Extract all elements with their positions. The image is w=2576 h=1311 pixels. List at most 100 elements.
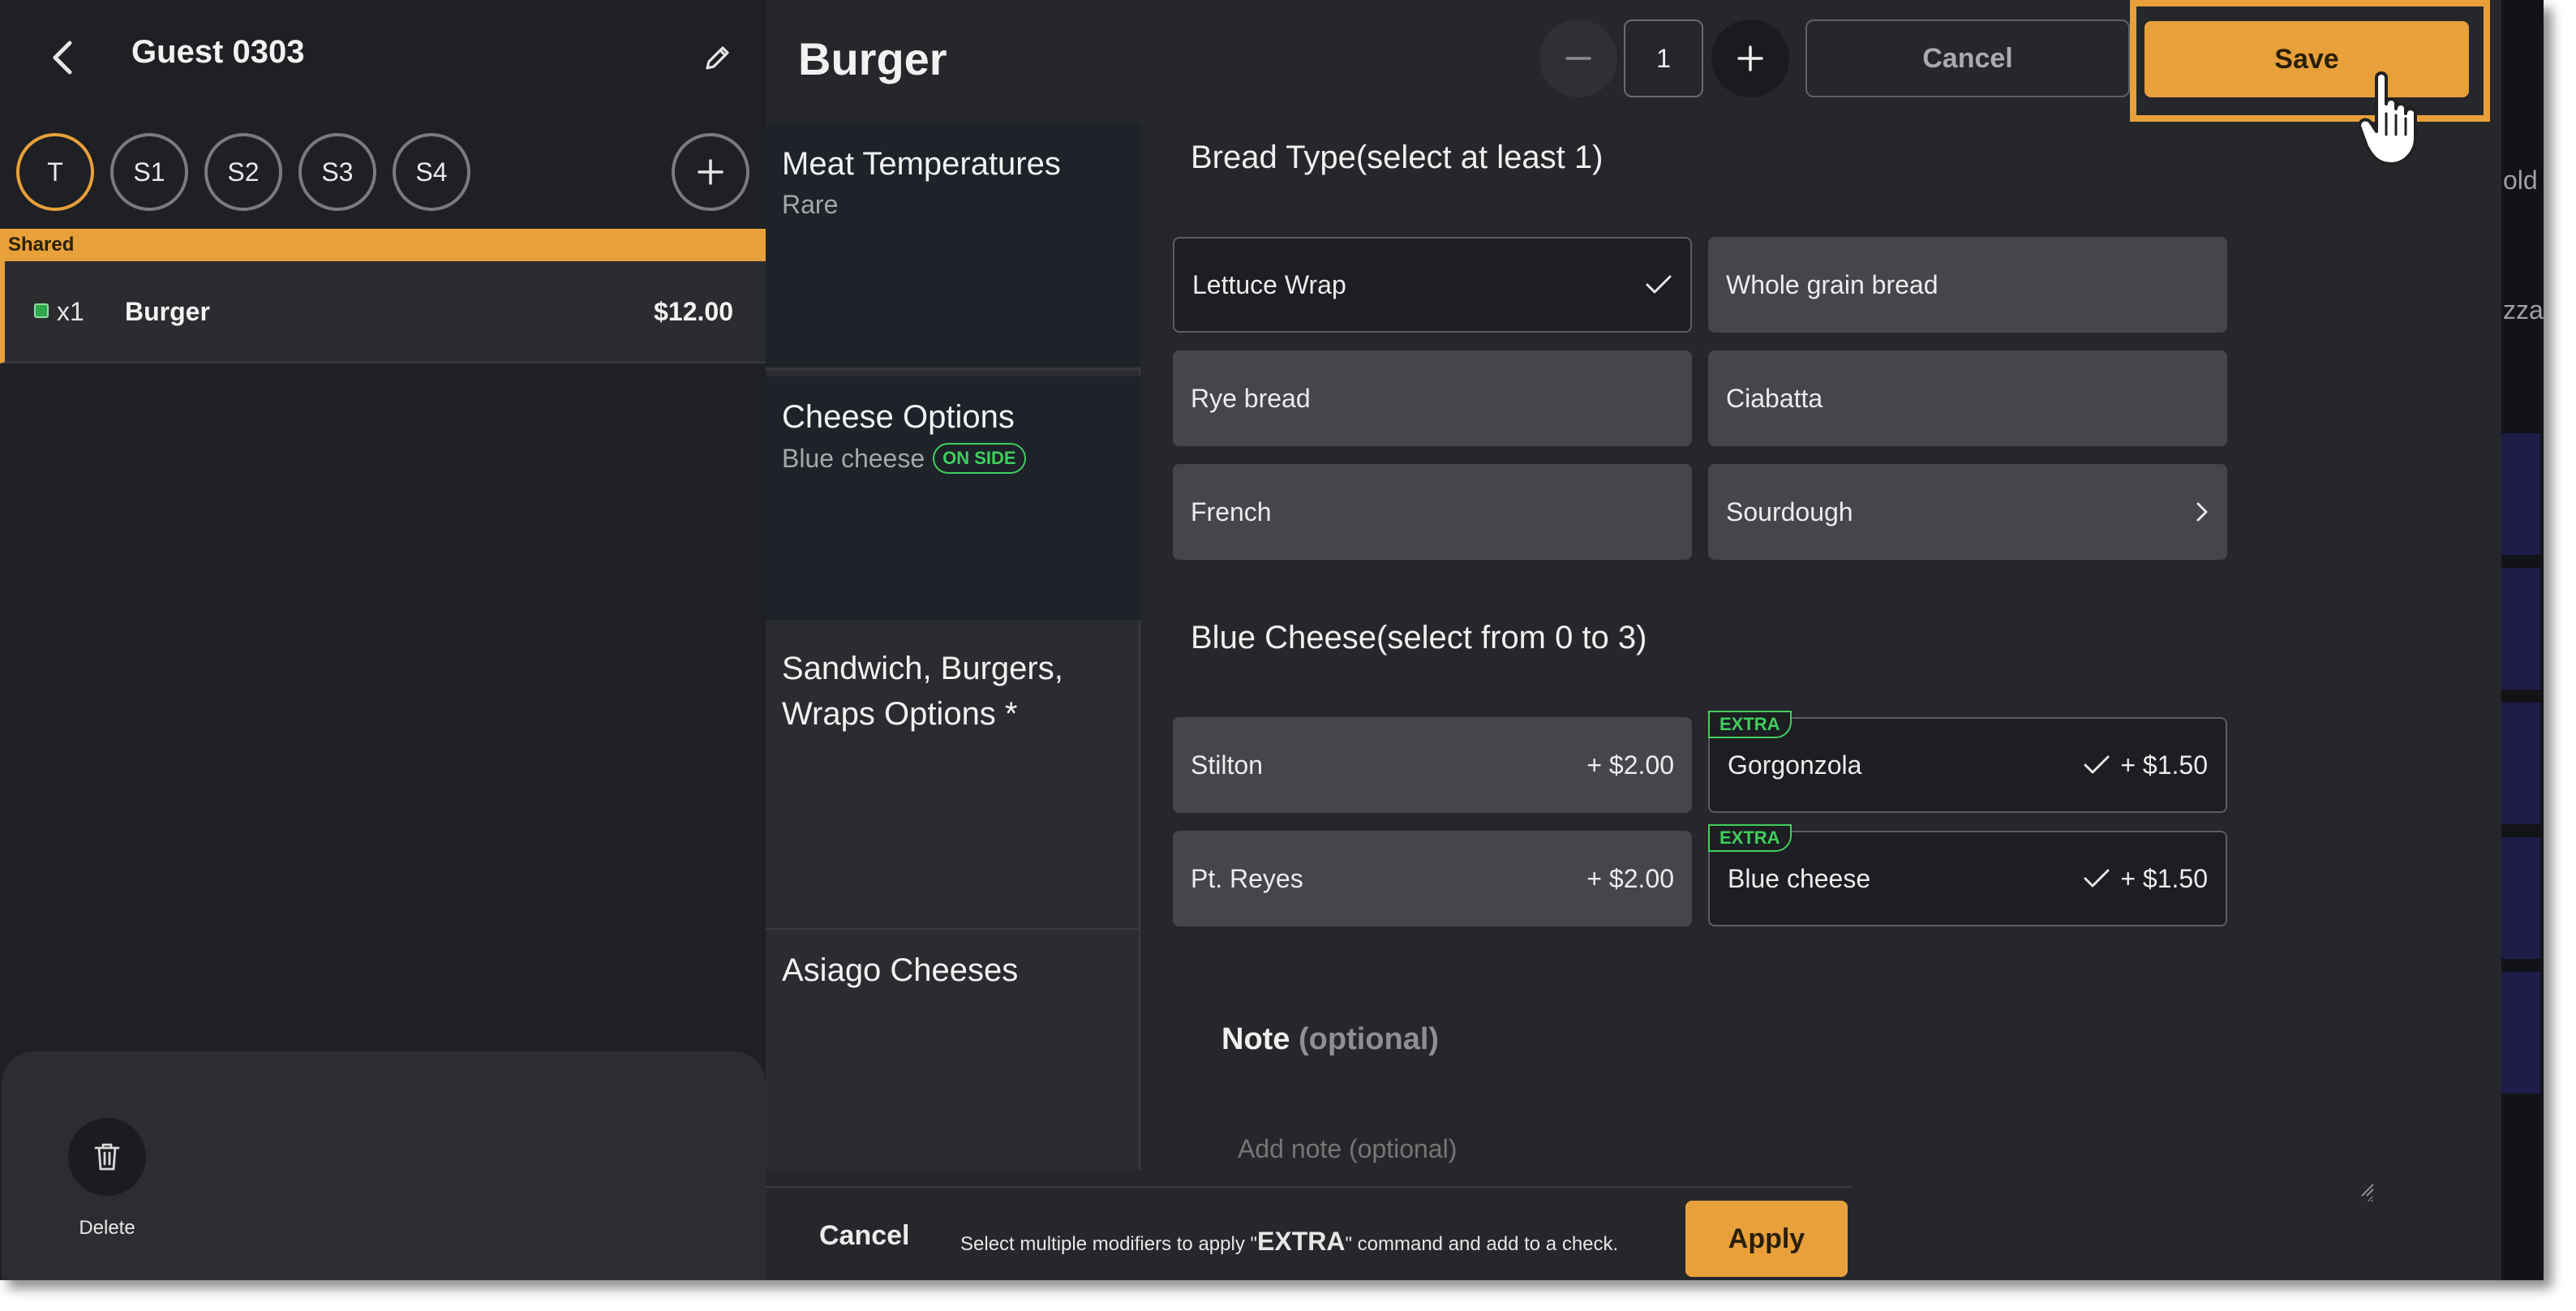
item-status-icon bbox=[34, 303, 49, 318]
section-title: Blue Cheese bbox=[1191, 620, 1377, 656]
guest-title: Guest 0303 bbox=[131, 34, 305, 70]
seat-table[interactable]: T bbox=[16, 133, 94, 211]
hint-keyword: EXTRA bbox=[1257, 1227, 1346, 1256]
option-label: Stilton bbox=[1191, 750, 1263, 780]
item-name: Burger bbox=[125, 297, 210, 326]
note-heading: Note (optional) bbox=[1221, 1022, 1439, 1057]
extra-action-bar: Cancel Select multiple modifiers to appl… bbox=[766, 1186, 1853, 1280]
seat-s1[interactable]: S1 bbox=[110, 133, 188, 211]
delete-button[interactable] bbox=[68, 1118, 146, 1196]
order-item-row[interactable]: x1 Burger $12.00 bbox=[0, 261, 766, 363]
quantity-decrement-button[interactable] bbox=[1539, 19, 1617, 97]
option-label: Rye bread bbox=[1191, 383, 1311, 413]
modifier-category-list: Meat Temperatures Rare Cheese Options Bl… bbox=[766, 123, 1140, 1170]
background-text: zza bbox=[2503, 295, 2544, 325]
category-sandwich-options[interactable]: Sandwich, Burgers, Wraps Options * bbox=[766, 628, 1140, 920]
item-price: $12.00 bbox=[654, 297, 733, 326]
item-quantity: x1 bbox=[57, 297, 84, 326]
option-label: Gorgonzola bbox=[1728, 750, 1862, 780]
option-blue-cheese[interactable]: EXTRA Blue cheese + $1.50 bbox=[1708, 824, 2227, 926]
extra-tag: EXTRA bbox=[1708, 711, 1792, 738]
hand-pointer-cursor-icon bbox=[2359, 58, 2417, 165]
option-price: + $2.00 bbox=[1586, 750, 1674, 780]
option-price: + $1.50 bbox=[2120, 863, 2208, 893]
plus-icon bbox=[698, 159, 723, 185]
chevron-left-icon bbox=[53, 41, 72, 75]
option-ciabatta[interactable]: Ciabatta bbox=[1708, 350, 2227, 446]
checkmark-icon bbox=[1646, 275, 1672, 294]
category-asiago-cheeses[interactable]: Asiago Cheeses bbox=[766, 930, 1140, 1173]
cancel-button[interactable]: Cancel bbox=[1805, 19, 2130, 97]
trash-icon bbox=[94, 1143, 120, 1171]
plus-icon bbox=[1737, 45, 1763, 71]
option-rye-bread[interactable]: Rye bread bbox=[1173, 350, 1692, 446]
seat-s3[interactable]: S3 bbox=[298, 133, 376, 211]
option-stilton[interactable]: Stilton + $2.00 bbox=[1173, 717, 1692, 813]
divider bbox=[766, 368, 1140, 370]
background-tile bbox=[2501, 972, 2540, 1094]
extra-tag: EXTRA bbox=[1708, 824, 1792, 852]
add-seat-button[interactable] bbox=[672, 133, 749, 211]
background-tile bbox=[2501, 433, 2540, 555]
option-french[interactable]: French bbox=[1173, 464, 1692, 560]
background-tile bbox=[2501, 568, 2540, 690]
resize-handle-icon[interactable] bbox=[2359, 1181, 2375, 1197]
seat-s4[interactable]: S4 bbox=[393, 133, 470, 211]
extra-hint-text: Select multiple modifiers to apply "EXTR… bbox=[960, 1227, 1618, 1257]
category-meat-temperatures[interactable]: Meat Temperatures Rare bbox=[766, 123, 1140, 367]
category-name: Asiago Cheeses bbox=[782, 952, 1019, 988]
background-tile bbox=[2501, 703, 2540, 824]
category-name: Meat Temperatures bbox=[782, 146, 1061, 182]
background-text: old bbox=[2503, 165, 2538, 195]
pencil-icon bbox=[706, 46, 729, 70]
on-side-badge: ON SIDE bbox=[933, 443, 1026, 474]
bread-type-heading: Bread Type(select at least 1) bbox=[1191, 140, 1603, 176]
option-label: French bbox=[1191, 496, 1272, 527]
background-tile bbox=[2501, 837, 2540, 959]
option-label: Pt. Reyes bbox=[1191, 863, 1303, 893]
apply-button[interactable]: Apply bbox=[1685, 1201, 1848, 1277]
checkmark-icon bbox=[2084, 755, 2110, 774]
back-button[interactable] bbox=[42, 37, 83, 78]
check-panel: Guest 0303 T S1 S2 S3 S4 Shared x1 Burge… bbox=[0, 0, 766, 1280]
modifier-modal: Burger 1 Cancel Save Meat Temperatures R… bbox=[766, 0, 2501, 1280]
option-whole-grain-bread[interactable]: Whole grain bread bbox=[1708, 237, 2227, 333]
option-pt-reyes[interactable]: Pt. Reyes + $2.00 bbox=[1173, 831, 1692, 926]
section-hint: (select from 0 to 3) bbox=[1376, 620, 1647, 656]
note-title: Note bbox=[1221, 1022, 1290, 1056]
note-title-hint: (optional) bbox=[1299, 1022, 1440, 1056]
hint-prefix: Select multiple modifiers to apply " bbox=[960, 1233, 1258, 1255]
blue-cheese-heading: Blue Cheese(select from 0 to 3) bbox=[1191, 620, 1646, 656]
option-label: Blue cheese bbox=[1728, 863, 1871, 893]
modal-title: Burger bbox=[798, 33, 947, 84]
category-selection: Blue cheese ON SIDE bbox=[782, 443, 1124, 474]
checkmark-icon bbox=[2084, 869, 2110, 888]
bottom-cancel-button[interactable]: Cancel bbox=[819, 1220, 910, 1252]
quantity-increment-button[interactable] bbox=[1711, 19, 1789, 97]
category-name: Cheese Options bbox=[782, 399, 1015, 435]
category-name: Sandwich, Burgers, Wraps Options * bbox=[782, 651, 1063, 732]
option-gorgonzola[interactable]: EXTRA Gorgonzola + $1.50 bbox=[1708, 711, 2227, 813]
option-price: + $1.50 bbox=[2120, 750, 2208, 780]
edit-guest-button[interactable] bbox=[696, 37, 738, 80]
category-selection: Rare bbox=[782, 190, 1124, 220]
minus-icon bbox=[1565, 57, 1591, 60]
option-label: Lettuce Wrap bbox=[1192, 269, 1346, 299]
seat-s2[interactable]: S2 bbox=[204, 133, 282, 211]
hint-suffix: " command and add to a check. bbox=[1345, 1233, 1619, 1255]
section-hint: (select at least 1) bbox=[1355, 140, 1604, 175]
option-label: Sourdough bbox=[1726, 496, 1853, 527]
option-price: + $2.00 bbox=[1586, 863, 1674, 893]
delete-label: Delete bbox=[79, 1217, 135, 1239]
option-label: Whole grain bread bbox=[1726, 269, 1938, 299]
chevron-right-icon bbox=[2196, 502, 2208, 522]
option-lettuce-wrap[interactable]: Lettuce Wrap bbox=[1173, 237, 1692, 333]
quantity-value[interactable]: 1 bbox=[1624, 19, 1703, 97]
category-selection-text: Rare bbox=[782, 190, 839, 219]
app-window: old zza Guest 0303 T S1 S2 S3 S4 Shared … bbox=[0, 0, 2544, 1280]
shared-section-header: Shared bbox=[0, 229, 766, 261]
option-sourdough[interactable]: Sourdough bbox=[1708, 464, 2227, 560]
option-label: Ciabatta bbox=[1726, 383, 1823, 413]
category-cheese-options[interactable]: Cheese Options Blue cheese ON SIDE bbox=[766, 376, 1140, 620]
section-title: Bread Type bbox=[1191, 140, 1356, 175]
